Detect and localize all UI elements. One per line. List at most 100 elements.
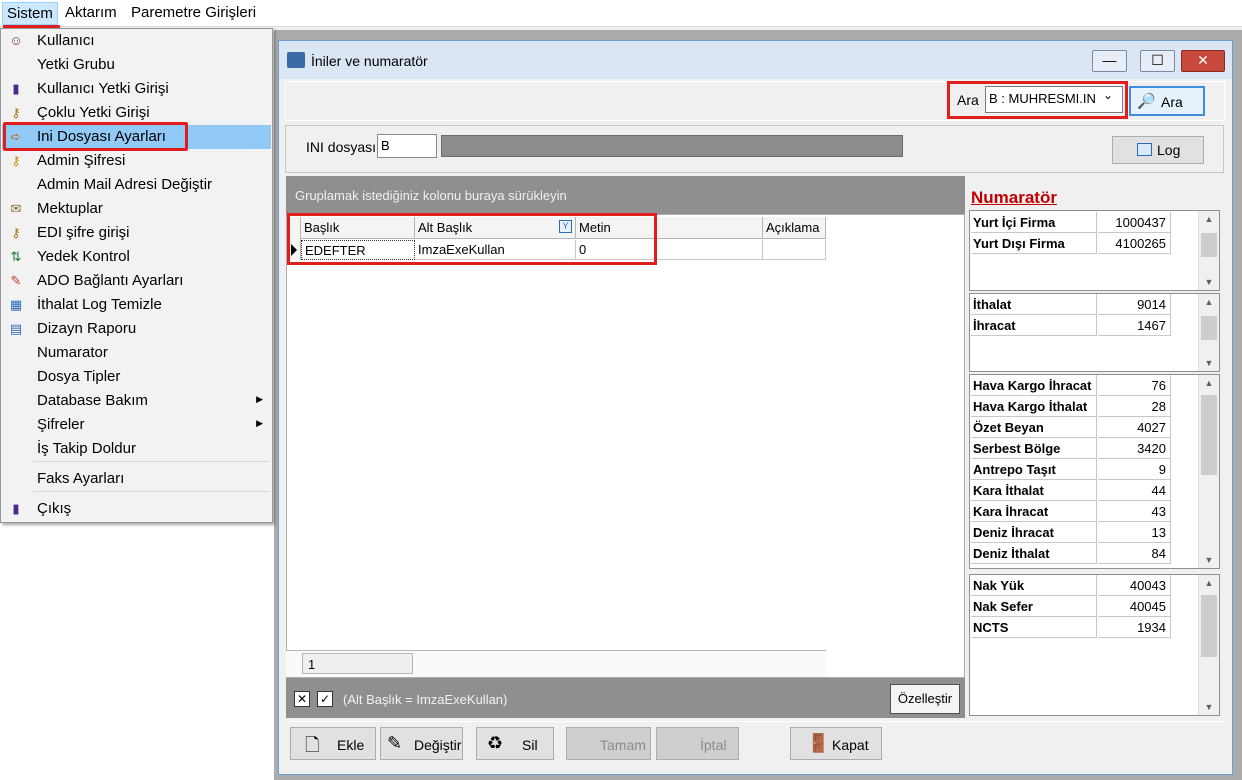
log-button[interactable]: Log — [1112, 136, 1204, 164]
menu-sistem[interactable]: Sistem — [2, 2, 58, 25]
numarator-row-value[interactable]: 4027 — [1098, 417, 1171, 438]
scroll-up-icon[interactable]: ▲ — [1199, 575, 1219, 591]
scroll-down-icon[interactable]: ▼ — [1199, 699, 1219, 715]
customize-button[interactable]: Özelleştir — [890, 684, 960, 714]
menu-item-admin-mail-adresi-de-i-tir[interactable]: Admin Mail Adresi Değiştir — [2, 173, 271, 197]
menu-item-ado-ba-lant-ayarlar[interactable]: ✎ ADO Bağlantı Ayarları — [2, 269, 271, 293]
numarator-row-value[interactable]: 43 — [1098, 501, 1171, 522]
scrollbar-nakliye[interactable]: ▲ ▼ — [1198, 575, 1219, 715]
numarator-row-value[interactable]: 4100265 — [1098, 233, 1171, 254]
numarator-row-key: İhracat — [971, 315, 1097, 336]
numarator-row[interactable]: Nak Sefer 40045 — [971, 596, 1171, 617]
menu-item-dosya-tipler[interactable]: Dosya Tipler — [2, 365, 271, 389]
numarator-row[interactable]: Yurt İçi Firma 1000437 — [971, 212, 1171, 233]
numarator-row-key: Nak Sefer — [971, 596, 1097, 617]
menu-item-label: Çoklu Yetki Girişi — [37, 104, 150, 121]
menu-item-admin-ifresi[interactable]: ⚷ Admin Şifresi — [2, 149, 271, 173]
numarator-row[interactable]: Nak Yük 40043 — [971, 575, 1171, 596]
numarator-row-value[interactable]: 44 — [1098, 480, 1171, 501]
maximize-button[interactable]: ☐ — [1140, 50, 1175, 72]
numarator-row[interactable]: Hava Kargo İhracat 76 — [971, 375, 1171, 396]
delete-button[interactable]: ♻ Sil — [476, 727, 554, 760]
scrollbar-firma[interactable]: ▲ ▼ — [1198, 211, 1219, 290]
numarator-row-key: Deniz İhracat — [971, 522, 1097, 543]
numarator-row-value[interactable]: 40045 — [1098, 596, 1171, 617]
filter-enabled-checkbox[interactable]: ✓ — [317, 691, 333, 707]
numarator-row-key: Yurt İçi Firma — [971, 212, 1097, 233]
menu-item-dizayn-raporu[interactable]: ▤ Dizayn Raporu — [2, 317, 271, 341]
filter-expression[interactable]: (Alt Başlık = ImzaExeKullan) — [343, 692, 507, 707]
window-app-icon — [287, 52, 305, 68]
numarator-row-key: Deniz İthalat — [971, 543, 1097, 564]
grid-body[interactable] — [286, 214, 965, 678]
menu-item-yetki-grubu[interactable]: Yetki Grubu — [2, 53, 271, 77]
close-button[interactable]: ✕ — [1181, 50, 1225, 72]
numarator-row-value[interactable]: 28 — [1098, 396, 1171, 417]
numarator-row[interactable]: Kara İthalat 44 — [971, 480, 1171, 501]
ok-button[interactable]: Tamam — [566, 727, 651, 760]
cancel-button[interactable]: İptal — [656, 727, 739, 760]
numarator-row[interactable]: Kara İhracat 43 — [971, 501, 1171, 522]
numarator-row[interactable]: Hava Kargo İthalat 28 — [971, 396, 1171, 417]
numarator-row-value[interactable]: 1934 — [1098, 617, 1171, 638]
menu-aktarim[interactable]: Aktarım — [65, 4, 117, 21]
menu-item-i-thalat-log-temizle[interactable]: ▦ İthalat Log Temizle — [2, 293, 271, 317]
add-button[interactable]: 🗋 Ekle — [290, 727, 376, 760]
scrollbar-beyanlar[interactable]: ▲ ▼ — [1198, 375, 1219, 568]
numarator-row-value[interactable]: 13 — [1098, 522, 1171, 543]
numarator-row-value[interactable]: 84 — [1098, 543, 1171, 564]
menu-parametre-girisleri[interactable]: Paremetre Girişleri — [131, 4, 256, 21]
numarator-row[interactable]: Deniz İthalat 84 — [971, 543, 1171, 564]
numarator-row[interactable]: Serbest Bölge 3420 — [971, 438, 1171, 459]
close-window-button[interactable]: 🚪 Kapat — [790, 727, 882, 760]
column-aciklama[interactable]: Açıklama — [763, 217, 826, 239]
numarator-row-value[interactable]: 3420 — [1098, 438, 1171, 459]
scroll-thumb[interactable] — [1201, 595, 1217, 657]
ini-file-input[interactable]: B — [377, 134, 437, 158]
scroll-thumb[interactable] — [1201, 316, 1217, 340]
numarator-row-value[interactable]: 9014 — [1098, 294, 1171, 315]
numarator-row-value[interactable]: 40043 — [1098, 575, 1171, 596]
scroll-up-icon[interactable]: ▲ — [1199, 375, 1219, 391]
menu-item-yedek-kontrol[interactable]: ⇅ Yedek Kontrol — [2, 245, 271, 269]
scrollbar-ithalat[interactable]: ▲ ▼ — [1198, 294, 1219, 371]
table-row-cell-aciklama[interactable] — [763, 240, 826, 260]
scroll-down-icon[interactable]: ▼ — [1199, 552, 1219, 568]
menu-item-k[interactable]: ▮ Çıkış — [2, 497, 271, 521]
ini-file-path-bar — [441, 135, 903, 157]
letter-icon: ✉ — [10, 201, 22, 216]
numarator-row[interactable]: İthalat 9014 — [971, 294, 1171, 315]
scroll-thumb[interactable] — [1201, 233, 1217, 257]
numarator-row-value[interactable]: 1467 — [1098, 315, 1171, 336]
menu-item-i-takip-doldur[interactable]: İş Takip Doldur — [2, 437, 271, 461]
numarator-row-value[interactable]: 1000437 — [1098, 212, 1171, 233]
menu-item-numarator[interactable]: Numarator — [2, 341, 271, 365]
edit-pencil-icon: ✎ — [387, 733, 403, 753]
clear-filter-icon[interactable]: ✕ — [294, 691, 310, 707]
minimize-button[interactable]: — — [1092, 50, 1127, 72]
numarator-row[interactable]: Antrepo Taşıt 9 — [971, 459, 1171, 480]
numarator-row[interactable]: Özet Beyan 4027 — [971, 417, 1171, 438]
menu-item-ifreler[interactable]: Şifreler ▶ — [2, 413, 271, 437]
numarator-row[interactable]: Yurt Dışı Firma 4100265 — [971, 233, 1171, 254]
scroll-down-icon[interactable]: ▼ — [1199, 274, 1219, 290]
menu-item-kullan-c-yetki-giri-i[interactable]: ▮ Kullanıcı Yetki Girişi — [2, 77, 271, 101]
numarator-row-value[interactable]: 76 — [1098, 375, 1171, 396]
scroll-up-icon[interactable]: ▲ — [1199, 211, 1219, 227]
menu-item-faks-ayarlar[interactable]: Faks Ayarları — [2, 467, 271, 491]
menu-item-edi-ifre-giri-i[interactable]: ⚷ EDI şifre girişi — [2, 221, 271, 245]
numarator-row[interactable]: Deniz İhracat 13 — [971, 522, 1171, 543]
edit-button[interactable]: ✎ Değiştir — [380, 727, 463, 760]
menu-item-mektuplar[interactable]: ✉ Mektuplar — [2, 197, 271, 221]
menu-item-label: Admin Şifresi — [37, 152, 126, 169]
scroll-down-icon[interactable]: ▼ — [1199, 355, 1219, 371]
menu-item-database-bak-m[interactable]: Database Bakım ▶ — [2, 389, 271, 413]
search-button[interactable]: 🔎 Ara — [1129, 86, 1205, 116]
numarator-row[interactable]: NCTS 1934 — [971, 617, 1171, 638]
scroll-thumb[interactable] — [1201, 395, 1217, 475]
scroll-up-icon[interactable]: ▲ — [1199, 294, 1219, 310]
menu-item-kullan-c[interactable]: ☺ Kullanıcı — [2, 29, 271, 53]
window-titlebar[interactable]: İniler ve numaratör — ☐ ✕ — [279, 41, 1232, 79]
numarator-row[interactable]: İhracat 1467 — [971, 315, 1171, 336]
numarator-row-value[interactable]: 9 — [1098, 459, 1171, 480]
